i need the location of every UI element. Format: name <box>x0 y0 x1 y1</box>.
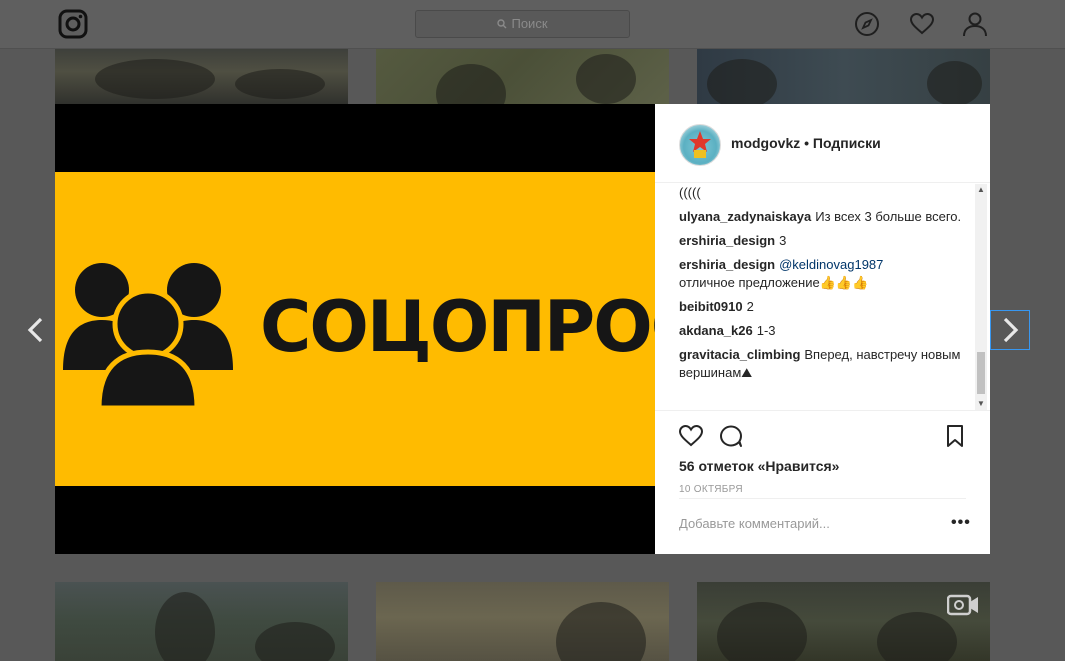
comment-text: Из всех 3 больше всего. <box>815 209 962 224</box>
add-comment-input[interactable] <box>679 513 919 533</box>
post-date: 10 октября <box>679 484 743 495</box>
comment-mention[interactable]: @keldinovag1987 <box>779 257 883 272</box>
post-header: modgovkz • Подписки <box>655 104 990 183</box>
comment-username[interactable]: akdana_k26 <box>679 323 753 338</box>
people-group-icon <box>63 263 233 411</box>
follow-status-button[interactable]: • Подписки <box>804 135 881 151</box>
comment-text: ((((( <box>679 185 701 200</box>
comment-text: 1-3 <box>756 323 776 338</box>
banner-title: СОЦОПРОС <box>260 286 702 368</box>
likes-count[interactable]: 56 отметок «Нравится» <box>679 458 839 474</box>
search-icon <box>497 12 507 38</box>
poll-banner: СОЦОПРОС <box>55 172 702 486</box>
previous-post-button[interactable] <box>16 310 56 350</box>
comment-text: отличное предложение👍👍👍 <box>679 275 869 290</box>
comment-text: 2 <box>746 299 754 314</box>
post-modal: СОЦОПРОС modgovkz • Подписки ((((( ulyan… <box>55 104 990 554</box>
scrollbar-thumb[interactable] <box>977 352 985 394</box>
grid-thumbnail[interactable] <box>55 582 348 661</box>
comments-scrollbar[interactable]: ▲ ▼ <box>975 184 987 410</box>
comment: ershiria_design @keldinovag1987 отличное … <box>679 256 969 292</box>
post-image[interactable]: СОЦОПРОС <box>55 104 702 554</box>
add-comment-bar: ••• <box>679 498 970 555</box>
comments-list[interactable]: ((((( ulyana_zadynaiskaya Из всех 3 больш… <box>679 184 969 410</box>
top-nav: Поиск <box>0 0 1065 49</box>
avatar[interactable] <box>679 124 721 166</box>
grid-thumbnail[interactable] <box>697 582 990 661</box>
comment: ulyana_zadynaiskaya Из всех 3 больше всег… <box>679 208 969 226</box>
grid-thumbnail[interactable] <box>697 49 990 105</box>
comment-username[interactable]: ershiria_design <box>679 257 775 272</box>
heart-icon[interactable] <box>909 11 935 37</box>
comment-username[interactable]: gravitacia_climbing <box>679 347 800 362</box>
scroll-up-arrow-icon[interactable]: ▲ <box>975 184 987 196</box>
grid-thumbnail[interactable] <box>376 582 669 661</box>
comment-text: 3 <box>779 233 787 248</box>
post-actions: 56 отметок «Нравится» 10 октября <box>655 410 990 495</box>
comment-username[interactable]: ershiria_design <box>679 233 775 248</box>
next-post-button[interactable] <box>990 310 1030 350</box>
save-bookmark-icon[interactable] <box>942 423 968 449</box>
post-header-text: modgovkz • Подписки <box>731 135 881 151</box>
comment-bubble-icon[interactable] <box>718 423 744 449</box>
grid-thumbnail[interactable] <box>376 49 669 105</box>
author-username[interactable]: modgovkz <box>731 135 800 151</box>
like-heart-icon[interactable] <box>678 423 704 449</box>
comment: akdana_k26 1-3 <box>679 322 969 340</box>
comment: gravitacia_climbing Вперед, навстречу нов… <box>679 346 969 382</box>
compass-icon[interactable] <box>854 11 880 37</box>
scroll-down-arrow-icon[interactable]: ▼ <box>975 398 987 410</box>
video-icon <box>946 594 979 621</box>
comment: beibit0910 2 <box>679 298 969 316</box>
comment: ershiria_design 3 <box>679 232 969 250</box>
post-sidebar: modgovkz • Подписки ((((( ulyana_zadynai… <box>655 104 990 554</box>
more-options-button[interactable]: ••• <box>951 515 971 531</box>
instagram-logo-icon[interactable] <box>58 9 88 39</box>
comment: ((((( <box>679 184 969 202</box>
comment-username[interactable]: ulyana_zadynaiskaya <box>679 209 811 224</box>
search-placeholder: Поиск <box>511 16 548 31</box>
user-icon[interactable] <box>962 11 988 37</box>
comment-username[interactable]: beibit0910 <box>679 299 743 314</box>
grid-thumbnail[interactable] <box>55 49 348 105</box>
search-input[interactable]: Поиск <box>415 10 630 38</box>
